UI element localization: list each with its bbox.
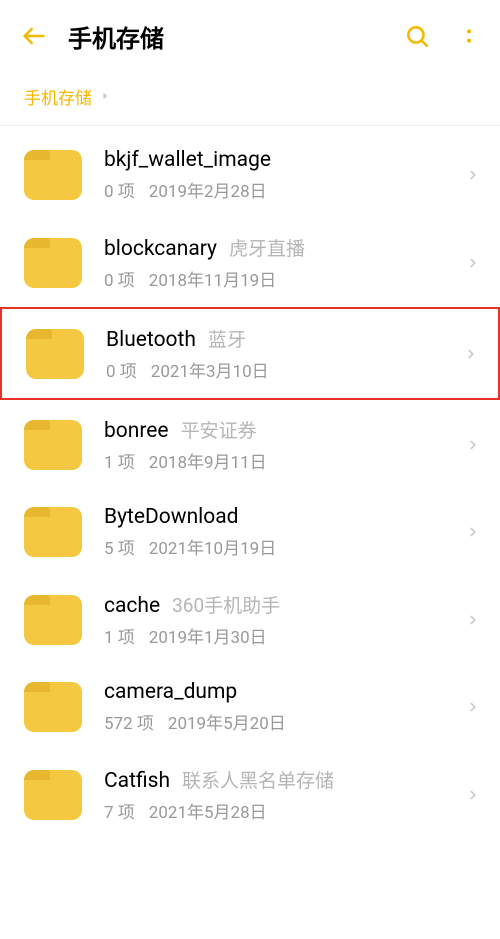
folder-icon [24,507,82,557]
search-icon[interactable] [404,23,430,49]
header: 手机存储 [0,0,500,72]
folder-name-row: bonree 平安证券 [104,416,466,443]
folder-name: camera_dump [104,680,237,704]
folder-tag: 平安证券 [181,416,257,443]
folder-date: 2018年9月11日 [149,448,267,473]
folder-count: 5 项 [104,534,135,559]
folder-content: Catfish 联系人黑名单存储 7 项 2021年5月28日 [104,766,466,823]
folder-name: bonree [104,419,169,443]
folder-count: 1 项 [104,448,135,473]
folder-meta: 572 项 2019年5月20日 [104,709,466,734]
folder-item[interactable]: bonree 平安证券 1 项 2018年9月11日 [0,400,500,489]
folder-meta: 0 项 2018年11月19日 [104,266,466,291]
folder-name: blockcanary [104,237,217,261]
chevron-right-icon [466,784,480,806]
folder-name-row: camera_dump [104,680,466,704]
folder-date: 2018年11月19日 [149,266,276,291]
folder-name-row: Bluetooth 蓝牙 [106,325,464,352]
folder-meta: 0 项 2019年2月28日 [104,177,466,202]
folder-name-row: blockcanary 虎牙直播 [104,234,466,261]
folder-meta: 5 项 2021年10月19日 [104,534,466,559]
folder-count: 0 项 [104,177,135,202]
chevron-right-icon [466,434,480,456]
folder-icon [24,595,82,645]
more-icon[interactable] [458,25,480,47]
folder-name-row: bkjf_wallet_image [104,148,466,172]
folder-name: bkjf_wallet_image [104,148,271,172]
chevron-right-icon [466,696,480,718]
breadcrumb[interactable]: 手机存储 [0,72,500,125]
folder-list: bkjf_wallet_image 0 项 2019年2月28日 blockcanar… [0,126,500,839]
folder-date: 2021年10月19日 [149,534,276,559]
folder-tag: 虎牙直播 [229,234,305,261]
folder-content: bkjf_wallet_image 0 项 2019年2月28日 [104,148,466,202]
folder-name: ByteDownload [104,505,239,529]
folder-meta: 1 项 2018年9月11日 [104,448,466,473]
folder-count: 572 项 [104,709,154,734]
folder-content: bonree 平安证券 1 项 2018年9月11日 [104,416,466,473]
folder-item[interactable]: bkjf_wallet_image 0 项 2019年2月28日 [0,132,500,218]
folder-date: 2019年1月30日 [149,623,267,648]
folder-count: 1 项 [104,623,135,648]
header-actions [404,23,480,49]
folder-item[interactable]: ByteDownload 5 项 2021年10月19日 [0,489,500,575]
chevron-right-icon [466,609,480,631]
chevron-right-icon [466,164,480,186]
folder-content: blockcanary 虎牙直播 0 项 2018年11月19日 [104,234,466,291]
folder-name-row: Catfish 联系人黑名单存储 [104,766,466,793]
folder-item[interactable]: blockcanary 虎牙直播 0 项 2018年11月19日 [0,218,500,307]
breadcrumb-current: 手机存储 [24,84,92,109]
folder-date: 2019年5月20日 [168,709,286,734]
folder-content: ByteDownload 5 项 2021年10月19日 [104,505,466,559]
folder-icon [24,150,82,200]
folder-count: 7 项 [104,798,135,823]
folder-item[interactable]: cache 360手机助手 1 项 2019年1月30日 [0,575,500,664]
folder-icon [26,329,84,379]
folder-name-row: ByteDownload [104,505,466,529]
folder-tag: 360手机助手 [172,591,280,618]
folder-tag: 联系人黑名单存储 [182,766,334,793]
folder-icon [24,682,82,732]
folder-meta: 7 项 2021年5月28日 [104,798,466,823]
folder-item[interactable]: Catfish 联系人黑名单存储 7 项 2021年5月28日 [0,750,500,839]
folder-date: 2021年5月28日 [149,798,267,823]
folder-count: 0 项 [106,357,137,382]
folder-content: Bluetooth 蓝牙 0 项 2021年3月10日 [106,325,464,382]
folder-name: Catfish [104,769,170,793]
folder-icon [24,770,82,820]
folder-icon [24,238,82,288]
folder-content: camera_dump 572 项 2019年5月20日 [104,680,466,734]
chevron-right-icon [100,89,110,105]
folder-meta: 1 项 2019年1月30日 [104,623,466,648]
folder-meta: 0 项 2021年3月10日 [106,357,464,382]
chevron-right-icon [464,343,478,365]
chevron-right-icon [466,521,480,543]
folder-icon [24,420,82,470]
chevron-right-icon [466,252,480,274]
folder-count: 0 项 [104,266,135,291]
folder-tag: 蓝牙 [208,325,246,352]
folder-name-row: cache 360手机助手 [104,591,466,618]
folder-name: Bluetooth [106,328,196,352]
folder-date: 2019年2月28日 [149,177,267,202]
folder-content: cache 360手机助手 1 项 2019年1月30日 [104,591,466,648]
folder-date: 2021年3月10日 [151,357,269,382]
folder-name: cache [104,594,160,618]
folder-item[interactable]: Bluetooth 蓝牙 0 项 2021年3月10日 [0,307,500,400]
page-title: 手机存储 [68,19,404,54]
folder-item[interactable]: camera_dump 572 项 2019年5月20日 [0,664,500,750]
back-icon[interactable] [20,22,48,50]
